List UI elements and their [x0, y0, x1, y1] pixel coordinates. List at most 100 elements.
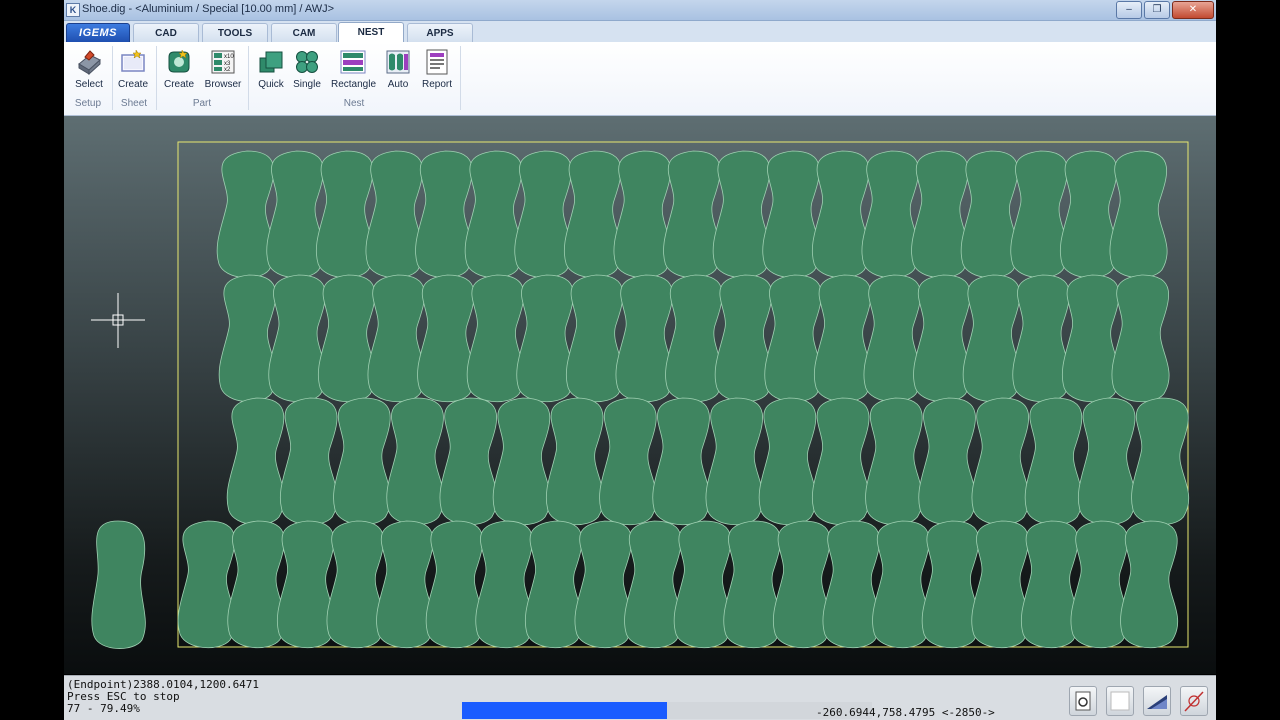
nested-part [811, 150, 870, 279]
quick-nest-icon [258, 49, 284, 75]
nested-part [1012, 274, 1071, 403]
nested-part [861, 150, 920, 279]
nested-part [367, 274, 426, 403]
nest-drawing[interactable] [64, 116, 1216, 674]
blank-square-icon [1110, 691, 1130, 711]
nested-part [918, 397, 977, 526]
report-icon [424, 49, 450, 75]
single-nest-button[interactable]: Single [285, 47, 329, 90]
nested-part [516, 274, 575, 403]
nested-part [415, 150, 473, 279]
rectangle-nest-icon [340, 49, 366, 75]
nested-part [1077, 397, 1136, 526]
disabled-line-button[interactable] [1180, 686, 1208, 716]
nested-part [663, 150, 721, 279]
nested-part [466, 274, 525, 403]
nested-part [673, 520, 732, 649]
create-part-icon [166, 49, 192, 75]
create-sheet-label: Create [117, 79, 148, 90]
nested-part [315, 150, 374, 279]
select-machine-icon [76, 49, 102, 76]
cursor-crosshair [91, 293, 145, 348]
nested-part [425, 520, 484, 649]
nested-part [599, 397, 657, 526]
create-sheet-button[interactable]: Create [111, 47, 155, 90]
rectangle-nest-button[interactable]: Rectangle [331, 47, 377, 90]
tab-nest[interactable]: NEST [338, 22, 404, 42]
nested-part [227, 520, 286, 649]
nested-part [226, 397, 285, 526]
nested-part [386, 397, 445, 526]
browser-button[interactable]: x10 x3 x2 Browser [201, 47, 245, 90]
auto-nest-icon [385, 49, 411, 75]
tab-cam[interactable]: CAM [271, 23, 337, 42]
drawing-canvas[interactable] [64, 116, 1216, 674]
create-part-label: Create [163, 79, 194, 90]
part-browser-icon: x10 x3 x2 [210, 49, 236, 75]
nested-part [758, 397, 817, 526]
nested-part [1024, 397, 1083, 526]
tab-cad[interactable]: CAD [133, 23, 199, 42]
nested-part [365, 150, 424, 279]
nested-part [218, 274, 277, 403]
triangle-icon [1147, 695, 1167, 709]
cursor-coordinates: -260.6944,758.4795 <-2850-> [816, 706, 995, 719]
nested-part [492, 397, 551, 526]
nested-part [962, 274, 1021, 403]
igems-window: K Shoe.dig - <Aluminium / Special [10.00… [64, 0, 1216, 720]
nested-part [177, 520, 236, 649]
nested-part [279, 397, 338, 526]
nested-part [913, 274, 971, 403]
screen-border-right [1216, 0, 1280, 720]
blank-square-button[interactable] [1106, 686, 1134, 716]
select-button[interactable]: Select [67, 47, 111, 90]
maximize-icon[interactable]: ❐ [1144, 1, 1170, 19]
tab-tools[interactable]: TOOLS [202, 23, 268, 42]
create-part-button[interactable]: Create [157, 47, 201, 90]
nested-part [565, 274, 624, 403]
title-bar[interactable]: K Shoe.dig - <Aluminium / Special [10.00… [64, 0, 1216, 21]
ribbon-tab-bar: IGEMS CAD TOOLS CAM NEST APPS [64, 21, 1216, 43]
group-separator [460, 46, 461, 110]
group-label-setup: Setup [74, 98, 102, 109]
tab-apps[interactable]: APPS [407, 23, 473, 42]
nested-part [863, 274, 922, 403]
nested-part [1131, 397, 1189, 526]
nested-part [475, 520, 534, 649]
nested-part [216, 150, 275, 279]
nested-part [772, 520, 831, 649]
nested-part [613, 150, 672, 279]
tab-igems[interactable]: IGEMS [66, 23, 130, 42]
minimize-icon[interactable]: – [1116, 1, 1142, 19]
nested-part [514, 150, 573, 279]
report-label: Report [421, 79, 452, 90]
triangle-button[interactable] [1143, 686, 1171, 716]
nested-part [652, 397, 711, 526]
single-nest-icon [294, 49, 320, 75]
progress-bar [462, 702, 872, 719]
nested-part [563, 150, 622, 279]
nested-part [723, 520, 782, 649]
nested-part [326, 520, 385, 649]
select-label: Select [75, 79, 103, 90]
unplaced-shoe-part[interactable] [91, 520, 146, 649]
auto-nest-button[interactable]: Auto [376, 47, 420, 90]
igems-app-icon[interactable]: K [66, 3, 80, 17]
nested-part [705, 397, 764, 526]
nested-part [266, 150, 325, 279]
disabled-line-icon [1184, 691, 1204, 712]
rectangle-nest-label: Rectangle [331, 79, 377, 90]
nested-part [524, 520, 583, 649]
nested-part [417, 274, 475, 403]
snap-mode-button[interactable] [1069, 686, 1097, 716]
nested-part [624, 520, 682, 649]
report-button[interactable]: Report [415, 47, 459, 90]
single-nest-label: Single [293, 79, 321, 90]
group-label-sheet: Sheet [120, 98, 148, 109]
nested-part [865, 397, 923, 526]
nested-part [813, 274, 872, 403]
nested-part [439, 397, 498, 526]
close-icon[interactable]: ✕ [1172, 1, 1214, 19]
nested-part [764, 274, 823, 403]
unplaced-part[interactable] [91, 520, 146, 649]
